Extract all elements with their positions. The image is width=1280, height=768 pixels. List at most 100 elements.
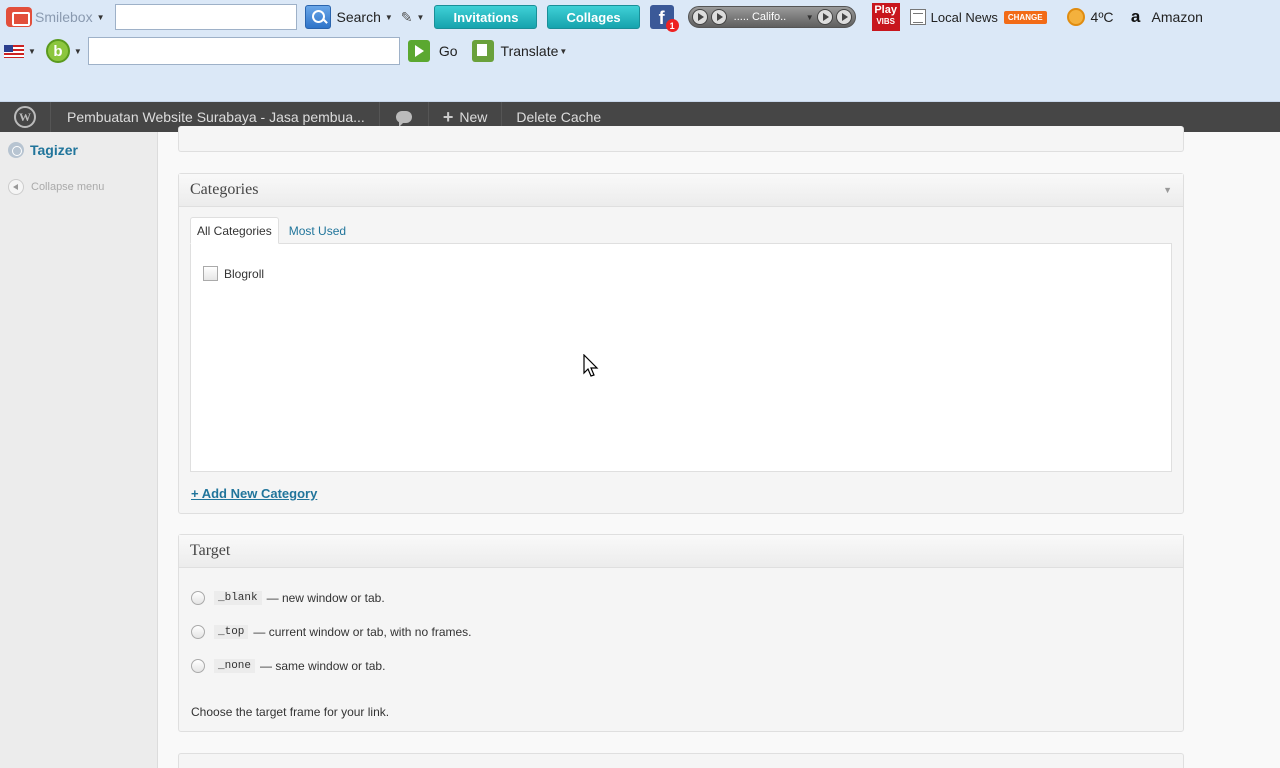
new-label: New [459,109,488,125]
stop-icon[interactable] [691,9,708,25]
wordpress-icon: W [14,106,36,128]
tab-all-categories[interactable]: All Categories [190,217,279,244]
go-button[interactable]: Go [407,37,458,65]
notification-badge: 1 [665,19,679,32]
next-metabox [178,753,1184,768]
us-flag-icon [4,44,24,58]
wp-logo-button[interactable]: W [0,102,51,132]
search-icon [304,5,331,29]
chevron-down-icon: ▼ [559,46,568,56]
categories-title: Categories [190,181,259,198]
collapse-menu-label: Collapse menu [31,181,105,193]
mute-icon[interactable] [835,9,852,25]
b-toolbar-menu[interactable]: b ▼ [45,37,82,65]
collapse-arrow-icon [8,179,24,195]
mouse-cursor-icon [583,354,599,377]
chevron-down-icon: ▼ [416,12,425,22]
radio-player: ..... Califo.. ▼ [687,3,856,31]
news-icon [909,9,926,25]
chevron-down-icon: ▼ [384,12,393,22]
smilebox-menu[interactable]: Smilebox ▼ [6,3,105,31]
category-checklist: Blogroll [190,243,1172,472]
target-radio[interactable] [191,625,205,639]
translate-icon [471,40,494,62]
weather-label: 4ºC [1090,9,1114,25]
target-description: — current window or tab, with no frames. [253,625,472,639]
invitations-wrap: Invitations [434,3,538,31]
highlighter-tool[interactable]: ✎ ▼ [401,3,425,31]
weather-icon [1066,8,1085,26]
target-code: _top [214,625,249,639]
toggle-arrow-icon[interactable]: ▼ [1163,185,1172,195]
facebook-glyph: f [658,8,665,28]
smilebox-label: Smilebox [35,9,93,25]
facebook-button[interactable]: f 1 [649,3,679,32]
target-option-blank[interactable]: _blank — new window or tab. [191,591,385,605]
target-radio[interactable] [191,659,205,673]
amazon-button[interactable]: a Amazon [1126,3,1203,31]
tab-most-used[interactable]: Most Used [279,217,352,244]
search-label: Search [336,9,381,25]
categories-metabox: Categories ▼ All Categories Most Used Bl… [178,173,1184,514]
browser-toolbars: Smilebox ▼ Search ▼ ✎ ▼ Invitations Coll… [0,0,1280,102]
local-news-button[interactable]: Local News CHANGE [909,3,1047,31]
collages-wrap: Collages [547,3,640,31]
amazon-label: Amazon [1151,9,1203,25]
tagizer-icon [8,142,24,158]
volume-icon[interactable] [816,9,833,25]
play-icon[interactable] [710,9,727,25]
chevron-down-icon: ▼ [28,46,36,56]
radio-station-label[interactable]: ..... Califo.. [730,11,799,23]
menu-item-tagizer[interactable]: Tagizer [8,142,78,158]
collapse-menu-button[interactable]: Collapse menu [8,179,104,195]
main-content: Categories ▼ All Categories Most Used Bl… [158,126,1280,768]
facebook-icon: f 1 [649,5,679,32]
toolbar-search-input[interactable] [114,4,297,30]
menu-item-label: Tagizer [30,142,78,158]
play-vibs-label-bottom: VIBS [876,17,895,26]
list-item[interactable]: Blogroll [203,266,264,281]
invitations-button[interactable]: Invitations [434,5,538,29]
target-radio[interactable] [191,591,205,605]
highlighter-icon: ✎ [400,8,413,25]
comment-icon [395,111,412,127]
target-option-top[interactable]: _top — current window or tab, with no fr… [191,625,472,639]
category-checkbox[interactable] [203,266,218,281]
add-new-category-link[interactable]: + Add New Category [191,486,317,501]
toolbar-row-2: ▼ b ▼ Go Translate ▼ [0,34,1280,68]
weather-button[interactable]: 4ºC [1066,3,1114,31]
play-vibs-label-top: Play [874,4,897,16]
b-logo-icon: b [45,39,70,63]
target-code: _blank [214,591,262,605]
collages-button[interactable]: Collages [547,5,640,29]
admin-side-menu: Tagizer Collapse menu [0,132,158,768]
target-option-none[interactable]: _none — same window or tab. [191,659,385,673]
toolbar-row-1: Smilebox ▼ Search ▼ ✎ ▼ Invitations Coll… [0,0,1280,34]
category-label: Blogroll [224,266,265,281]
go-label: Go [438,43,458,59]
language-menu[interactable]: ▼ [4,37,36,65]
smilebox-logo-icon [6,7,32,27]
site-title: Pembuatan Website Surabaya - Jasa pembua… [67,109,365,125]
change-badge[interactable]: CHANGE [1003,10,1047,24]
target-code: _none [214,659,256,673]
categories-header[interactable]: Categories ▼ [179,174,1183,207]
category-tabs: All Categories Most Used [190,217,352,244]
target-description: — same window or tab. [260,659,386,673]
translate-button[interactable]: Translate ▼ [471,37,568,65]
target-header[interactable]: Target [179,535,1183,568]
target-description: — new window or tab. [266,591,385,605]
delete-cache-label: Delete Cache [516,109,602,125]
radio-player-bar: ..... Califo.. ▼ [687,6,856,28]
target-metabox: Target _blank — new window or tab. _top … [178,534,1184,732]
plus-icon: + [442,106,454,127]
search-button[interactable]: Search ▼ [304,3,393,31]
play-vibs-button[interactable]: Play VIBS [871,3,900,31]
target-title: Target [190,542,231,559]
go-arrow-icon [407,40,430,62]
translate-label: Translate [500,43,559,59]
local-news-label: Local News [930,9,998,25]
amazon-icon: a [1130,7,1141,26]
address-input[interactable] [87,37,400,65]
chevron-down-icon[interactable]: ▼ [806,13,814,22]
